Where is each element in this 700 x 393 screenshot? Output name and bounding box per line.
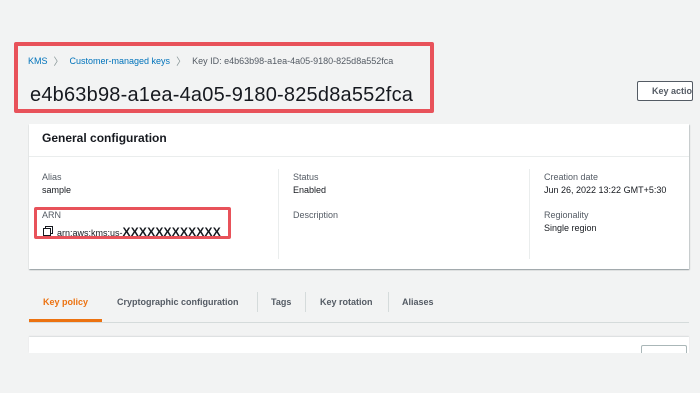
policy-action-button[interactable]: [641, 345, 687, 353]
tab-cryptographic-configuration[interactable]: Cryptographic configuration: [117, 287, 239, 322]
arn-value: arn:aws:kms:us-XXXXXXXXXXXX: [57, 225, 221, 239]
chevron-right-icon: 〉: [53, 57, 64, 68]
tab-label: Cryptographic configuration: [117, 297, 239, 307]
general-configuration-title: General configuration: [29, 124, 689, 157]
column-divider: [278, 169, 279, 259]
regionality-label: Regionality: [544, 210, 589, 220]
chevron-right-icon: 〉: [176, 57, 187, 68]
breadcrumb: KMS 〉 Customer-managed keys 〉 Key ID: e4…: [28, 53, 394, 69]
breadcrumb-kms-link[interactable]: KMS: [28, 56, 48, 66]
arn-prefix: arn:aws:kms:us-: [57, 228, 123, 238]
alias-label: Alias: [42, 172, 62, 182]
creation-date-label: Creation date: [544, 172, 599, 182]
alias-value: sample: [42, 185, 72, 195]
key-actions-button[interactable]: Key actions: [637, 81, 693, 101]
breadcrumb-current: Key ID: e4b63b98-a1ea-4a05-9180-825d8a55…: [192, 55, 394, 66]
status-value: Enabled: [293, 185, 327, 195]
tab-separator: [257, 292, 258, 312]
column-divider: [529, 169, 530, 259]
tab-tags[interactable]: Tags: [271, 287, 291, 322]
tab-key-rotation[interactable]: Key rotation: [320, 287, 373, 322]
active-tab-indicator: [29, 319, 102, 322]
tab-separator: [305, 292, 306, 312]
tab-label: Tags: [271, 297, 292, 307]
tab-aliases[interactable]: Aliases: [402, 287, 434, 322]
tab-separator: [388, 292, 389, 312]
key-policy-panel: [29, 337, 689, 353]
creation-date-value: Jun 26, 2022 13:22 GMT+5:30: [544, 185, 667, 195]
description-label: Description: [293, 210, 339, 220]
general-configuration-panel: General configuration Alias sample ARN S…: [29, 124, 689, 269]
key-actions-label: Key actions: [652, 86, 693, 96]
breadcrumb-customer-managed-keys-link[interactable]: Customer-managed keys: [70, 56, 171, 66]
tab-label: Key rotation: [320, 297, 373, 307]
screenshot-stage: KMS 〉 Customer-managed keys 〉 Key ID: e4…: [0, 0, 700, 393]
page-title: e4b63b98-a1ea-4a05-9180-825d8a552fca: [30, 84, 414, 106]
tab-label: Key policy: [43, 297, 89, 307]
tab-list: Key policy Cryptographic configuration T…: [29, 287, 689, 323]
tab-label: Aliases: [402, 297, 434, 307]
regionality-value: Single region: [544, 223, 597, 233]
status-label: Status: [293, 172, 319, 182]
arn-masked-text: XXXXXXXXXXXX: [122, 225, 221, 239]
tab-key-policy[interactable]: Key policy: [43, 287, 88, 322]
copy-icon[interactable]: [43, 226, 53, 236]
